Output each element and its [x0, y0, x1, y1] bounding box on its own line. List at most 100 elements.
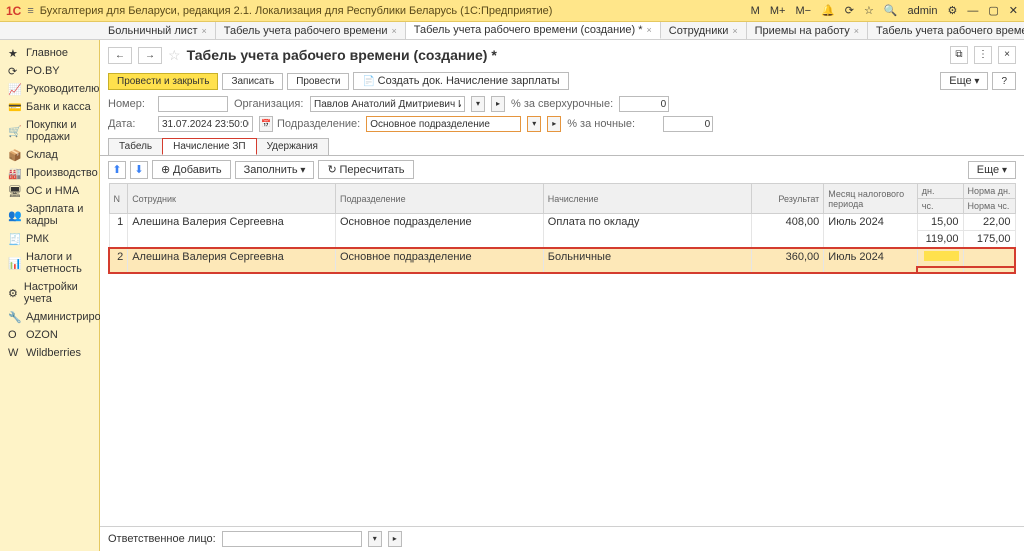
date-input[interactable]: [158, 116, 253, 132]
menu-icon[interactable]: ≡: [27, 5, 33, 17]
sidebar-item[interactable]: ⟳ PO.BY: [0, 62, 99, 80]
post-button[interactable]: Провести: [287, 73, 349, 90]
sub-tab[interactable]: Начисление ЗП: [162, 138, 256, 155]
document-tabs: Больничный лист×Табель учета рабочего вр…: [0, 22, 1024, 40]
page-header: ← → ☆ Табель учета рабочего времени (соз…: [100, 40, 1024, 70]
sidebar-item[interactable]: OOZON: [0, 326, 99, 344]
sidebar-label: Склад: [26, 149, 58, 161]
sidebar-item[interactable]: 🏭Производство: [0, 164, 99, 182]
save-close-button[interactable]: Провести и закрыть: [108, 73, 218, 90]
responsible-open-icon[interactable]: ▸: [388, 531, 402, 547]
org-open-icon[interactable]: ▸: [491, 96, 505, 112]
sidebar-item[interactable]: 📊Налоги и отчетность: [0, 248, 99, 278]
tab-close-icon[interactable]: ×: [391, 26, 396, 36]
sub-tab[interactable]: Табель: [108, 138, 163, 155]
sidebar-item[interactable]: 🖥ОС и НМА: [0, 182, 99, 200]
sidebar-item[interactable]: 🛒Покупки и продажи: [0, 116, 99, 146]
sidebar-item[interactable]: 💳Банк и касса: [0, 98, 99, 116]
sidebar-label: PO.BY: [26, 65, 60, 77]
table-row[interactable]: 1Алешина Валерия СергеевнаОсновное подра…: [109, 214, 1015, 231]
app-logo: 1C: [6, 4, 21, 18]
forward-button[interactable]: →: [138, 47, 162, 64]
help-button[interactable]: ?: [992, 72, 1016, 90]
sub-tab[interactable]: Удержания: [256, 138, 329, 155]
maximize-icon[interactable]: ▢: [988, 4, 998, 17]
back-button[interactable]: ←: [108, 47, 132, 64]
document-tab[interactable]: Сотрудники×: [661, 22, 747, 39]
dept-open-icon[interactable]: ▸: [547, 116, 561, 132]
tab-close-icon[interactable]: ×: [732, 26, 737, 36]
sidebar-item[interactable]: 🔧Администрирование: [0, 308, 99, 326]
sidebar-icon: O: [8, 329, 20, 341]
org-input[interactable]: [310, 96, 465, 112]
document-tab[interactable]: Табель учета рабочего времени×: [216, 22, 406, 39]
sidebar-icon: ⟳: [8, 65, 20, 77]
search-icon[interactable]: 🔍: [884, 4, 898, 17]
sidebar-icon: ★: [8, 47, 20, 59]
org-label: Организация:: [234, 98, 304, 110]
minimize-icon[interactable]: —: [967, 5, 978, 17]
user-label[interactable]: admin: [908, 5, 938, 17]
move-up-button[interactable]: ⬆: [108, 161, 126, 179]
favorite-icon[interactable]: ☆: [168, 47, 181, 64]
dept-input[interactable]: [366, 116, 521, 132]
document-tab[interactable]: Табель учета рабочего времени (создание)…: [406, 22, 661, 39]
data-grid[interactable]: NСотрудникПодразделениеНачислениеРезульт…: [108, 183, 1016, 274]
close-page-icon[interactable]: ×: [998, 46, 1016, 64]
close-icon[interactable]: ✕: [1009, 4, 1018, 17]
write-button[interactable]: Записать: [222, 73, 283, 90]
settings-icon[interactable]: ⚙: [948, 4, 958, 17]
sidebar-icon: 🖥: [8, 185, 20, 197]
responsible-label: Ответственное лицо:: [108, 533, 216, 545]
document-tab[interactable]: Приемы на работу×: [747, 22, 868, 39]
tab-close-icon[interactable]: ×: [854, 26, 859, 36]
grid-more-button[interactable]: Еще ▾: [968, 161, 1016, 179]
night-label: % за ночные:: [567, 118, 657, 130]
org-dropdown-icon[interactable]: ▾: [471, 96, 485, 112]
night-input[interactable]: [663, 116, 713, 132]
document-tab[interactable]: Больничный лист×: [100, 22, 216, 39]
sidebar-label: Настройки учета: [24, 281, 91, 305]
sidebar-item[interactable]: 📦Склад: [0, 146, 99, 164]
page-title: Табель учета рабочего времени (создание)…: [187, 47, 497, 63]
responsible-input[interactable]: [222, 531, 362, 547]
m-plus-icon[interactable]: M+: [770, 5, 786, 17]
fill-button[interactable]: Заполнить ▾: [235, 161, 315, 179]
add-button[interactable]: ⊕ Добавить: [152, 160, 231, 179]
table-row[interactable]: 2Алешина Валерия СергеевнаОсновное подра…: [109, 248, 1015, 267]
number-input[interactable]: [158, 96, 228, 112]
options-icon[interactable]: ⋮: [974, 46, 992, 64]
sidebar-item[interactable]: ⚙Настройки учета: [0, 278, 99, 308]
document-tab[interactable]: Табель учета рабочего времени 0000-0055 …: [868, 22, 1024, 39]
move-down-button[interactable]: ⬇: [130, 161, 148, 179]
overtime-input[interactable]: [619, 96, 669, 112]
m-icon[interactable]: M: [751, 5, 760, 17]
sidebar: ★Главное ⟳ PO.BY 📈Руководителю💳Банк и касса…: [0, 40, 100, 551]
bell-icon[interactable]: 🔔: [821, 4, 835, 17]
sidebar-label: Налоги и отчетность: [26, 251, 91, 275]
sidebar-icon: 💳: [8, 101, 20, 113]
responsible-dropdown-icon[interactable]: ▾: [368, 531, 382, 547]
history-icon[interactable]: ⟳: [845, 4, 854, 17]
sidebar-item[interactable]: 🧾РМК: [0, 230, 99, 248]
tab-close-icon[interactable]: ×: [201, 26, 206, 36]
star-icon[interactable]: ☆: [864, 4, 874, 17]
calendar-icon[interactable]: 📅: [259, 116, 273, 132]
recalc-button[interactable]: ↻ Пересчитать: [318, 160, 413, 179]
sidebar-item[interactable]: ★Главное: [0, 44, 99, 62]
titlebar: 1C ≡ Бухгалтерия для Беларуси, редакция …: [0, 0, 1024, 22]
tab-close-icon[interactable]: ×: [647, 25, 652, 35]
dept-dropdown-icon[interactable]: ▾: [527, 116, 541, 132]
overtime-label: % за сверхурочные:: [511, 98, 613, 110]
form-row-2: Дата: 📅 Подразделение: ▾▸ % за ночные:: [100, 114, 1024, 134]
sidebar-item[interactable]: WWildberries: [0, 344, 99, 362]
sidebar-item[interactable]: 👥Зарплата и кадры: [0, 200, 99, 230]
date-label: Дата:: [108, 118, 152, 130]
more-button[interactable]: Еще ▾: [940, 72, 988, 90]
m-minus-icon[interactable]: M−: [795, 5, 811, 17]
create-doc-button[interactable]: 📄 Создать док. Начисление зарплаты: [353, 72, 568, 90]
sidebar-item[interactable]: 📈Руководителю: [0, 80, 99, 98]
sidebar-icon: 📈: [8, 83, 20, 95]
detach-icon[interactable]: ⧉: [950, 46, 968, 64]
sidebar-icon: 👥: [8, 209, 20, 221]
